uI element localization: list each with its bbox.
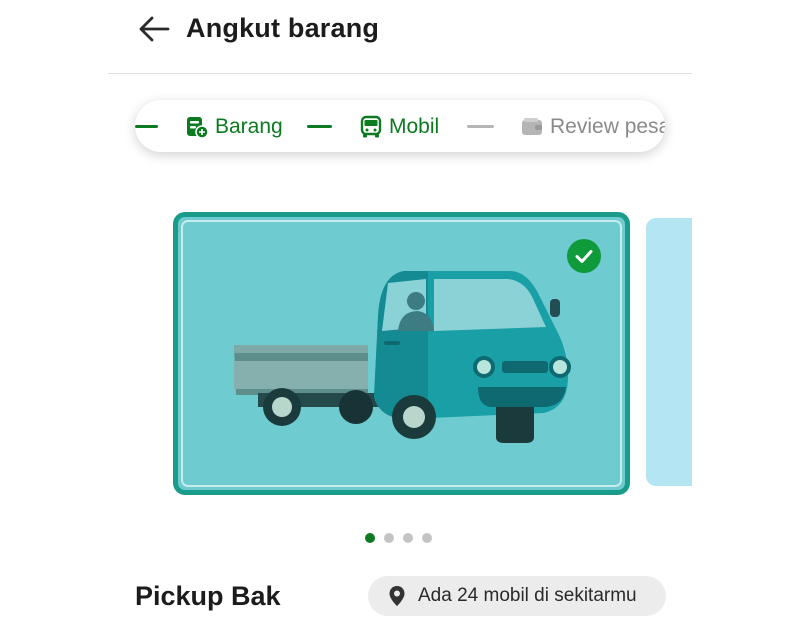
step-review-pesanan[interactable]: Review pesanan: [520, 114, 665, 140]
back-button[interactable]: [136, 14, 172, 44]
step-mobil-label: Mobil: [389, 115, 440, 138]
cargo-icon: [187, 117, 209, 139]
page-title: Angkut barang: [186, 13, 380, 43]
step-review-label: Review pesanan: [550, 115, 665, 138]
carousel-dot[interactable]: [384, 533, 394, 543]
order-progress-stepper: Barang Mobil Review pesanan: [135, 100, 665, 152]
step-mobil[interactable]: Mobil: [359, 114, 439, 140]
vehicle-card-pickup-bak[interactable]: [173, 212, 630, 495]
step-barang-label: Barang: [215, 115, 283, 138]
location-pin-icon: [389, 586, 405, 606]
availability-text: Ada 24 mobil di sekitarmu: [418, 585, 637, 606]
availability-chip: Ada 24 mobil di sekitarmu: [368, 576, 666, 616]
carousel-pagination: [365, 533, 432, 543]
pickup-truck-illustration: [234, 271, 571, 443]
top-app-bar: Angkut barang: [108, 0, 692, 74]
app-screen: Angkut barang Barang Mobil Review pesa P…: [0, 0, 800, 627]
carousel-dot[interactable]: [403, 533, 413, 543]
step-connector: [467, 125, 494, 128]
vehicle-name: Pickup Bak: [135, 581, 281, 611]
vehicle-card-next-peek[interactable]: [646, 218, 692, 486]
arrow-left-icon: [139, 16, 170, 42]
step-connector: [307, 125, 332, 128]
carousel-dot[interactable]: [422, 533, 432, 543]
wallet-icon: [522, 118, 542, 135]
car-icon: [360, 115, 382, 138]
selected-check-icon: [567, 239, 601, 273]
step-connector: [135, 125, 158, 128]
carousel-dot[interactable]: [365, 533, 375, 543]
step-barang[interactable]: Barang: [185, 114, 283, 140]
